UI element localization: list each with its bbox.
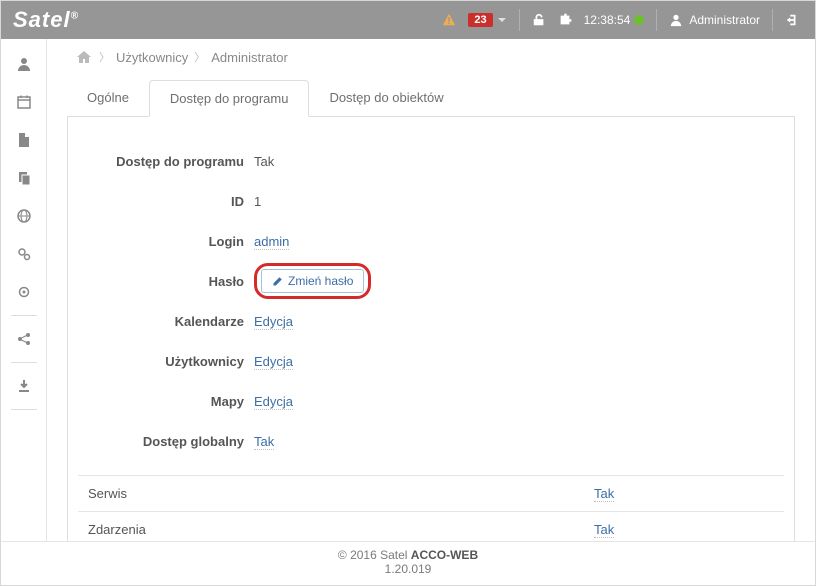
user-icon bbox=[16, 56, 32, 72]
edit-icon bbox=[272, 275, 284, 287]
alerts-badge[interactable]: 23 bbox=[468, 13, 506, 27]
breadcrumb-home[interactable] bbox=[75, 49, 93, 65]
sidebar-item-file[interactable] bbox=[1, 121, 47, 159]
table-row: Serwis Tak bbox=[78, 476, 784, 512]
footer-copyright-prefix: © 2016 Satel bbox=[338, 548, 411, 562]
sidebar-item-download[interactable] bbox=[1, 367, 47, 405]
tab-object-access[interactable]: Dostęp do obiektów bbox=[309, 80, 463, 117]
label-users: Użytkownicy bbox=[78, 354, 254, 369]
share-icon bbox=[16, 331, 32, 347]
change-password-button[interactable]: Zmień hasło bbox=[261, 269, 364, 293]
sidebar-item-copy[interactable] bbox=[1, 159, 47, 197]
logout-icon[interactable] bbox=[785, 13, 799, 27]
sidebar-item-calendar[interactable] bbox=[1, 83, 47, 121]
user-menu[interactable]: Administrator bbox=[669, 13, 760, 27]
calendar-icon bbox=[16, 94, 32, 110]
tab-general[interactable]: Ogólne bbox=[67, 80, 149, 117]
label-access: Dostęp do programu bbox=[78, 154, 254, 169]
highlight-ring: Zmień hasło bbox=[254, 263, 371, 299]
sidebar-item-gear[interactable] bbox=[1, 273, 47, 311]
tabs: Ogólne Dostęp do programu Dostęp do obie… bbox=[67, 79, 795, 117]
brand-logo: Satel® bbox=[13, 7, 79, 33]
status-dot-icon bbox=[634, 15, 644, 25]
row-label-events: Zdarzenia bbox=[78, 512, 584, 541]
warning-icon[interactable] bbox=[442, 13, 456, 27]
value-users[interactable]: Edycja bbox=[254, 354, 293, 370]
footer: © 2016 Satel ACCO-WEB 1.20.019 bbox=[1, 541, 815, 585]
row-label-service: Serwis bbox=[78, 476, 584, 511]
label-calendars: Kalendarze bbox=[78, 314, 254, 329]
time-text: 12:38:54 bbox=[584, 13, 631, 27]
breadcrumb-users[interactable]: Użytkownicy bbox=[116, 50, 188, 65]
main: 〉 Użytkownicy 〉 Administrator Ogólne Dos… bbox=[47, 39, 815, 541]
unlock-icon[interactable] bbox=[532, 13, 546, 27]
value-calendars[interactable]: Edycja bbox=[254, 314, 293, 330]
sidebar-item-gears[interactable] bbox=[1, 235, 47, 273]
user-label: Administrator bbox=[689, 13, 760, 27]
gears-icon bbox=[16, 246, 32, 262]
tab-program-access[interactable]: Dostęp do programu bbox=[149, 80, 310, 117]
value-id: 1 bbox=[254, 194, 261, 209]
breadcrumb: 〉 Użytkownicy 〉 Administrator bbox=[47, 39, 815, 79]
label-login: Login bbox=[78, 234, 254, 249]
breadcrumb-current: Administrator bbox=[211, 50, 288, 65]
value-access: Tak bbox=[254, 154, 274, 169]
sidebar-item-globe[interactable] bbox=[1, 197, 47, 235]
permissions-table: Serwis Tak Zdarzenia Tak bbox=[78, 475, 784, 541]
row-value-events[interactable]: Tak bbox=[594, 522, 614, 538]
download-icon bbox=[16, 378, 32, 394]
footer-copyright-bold: ACCO-WEB bbox=[411, 548, 478, 562]
label-global: Dostęp globalny bbox=[78, 434, 254, 449]
chevron-right-icon: 〉 bbox=[194, 49, 205, 65]
gear-icon bbox=[16, 284, 32, 300]
puzzle-icon[interactable] bbox=[558, 13, 572, 27]
footer-version: 1.20.019 bbox=[1, 562, 815, 576]
brand-text: Satel bbox=[13, 7, 71, 32]
label-maps: Mapy bbox=[78, 394, 254, 409]
value-global[interactable]: Tak bbox=[254, 434, 274, 450]
file-icon bbox=[17, 132, 31, 148]
alerts-badge-count: 23 bbox=[468, 13, 492, 27]
clock-time: 12:38:54 bbox=[584, 13, 645, 27]
table-row: Zdarzenia Tak bbox=[78, 512, 784, 541]
sidebar-item-user[interactable] bbox=[1, 45, 47, 83]
label-password: Hasło bbox=[78, 274, 254, 289]
form-card: Dostęp do programu Tak ID 1 Login admin … bbox=[67, 117, 795, 541]
globe-icon bbox=[16, 208, 32, 224]
sidebar-item-share[interactable] bbox=[1, 320, 47, 358]
copy-icon bbox=[16, 170, 32, 186]
value-login[interactable]: admin bbox=[254, 234, 289, 250]
sidebar bbox=[1, 39, 47, 541]
change-password-label: Zmień hasło bbox=[288, 274, 353, 288]
row-value-service[interactable]: Tak bbox=[594, 486, 614, 502]
brand-suffix: ® bbox=[71, 11, 79, 22]
label-id: ID bbox=[78, 194, 254, 209]
home-icon bbox=[75, 49, 93, 65]
value-maps[interactable]: Edycja bbox=[254, 394, 293, 410]
topbar: Satel® 23 12:38:54 Administrator bbox=[1, 1, 815, 39]
chevron-right-icon: 〉 bbox=[99, 49, 110, 65]
